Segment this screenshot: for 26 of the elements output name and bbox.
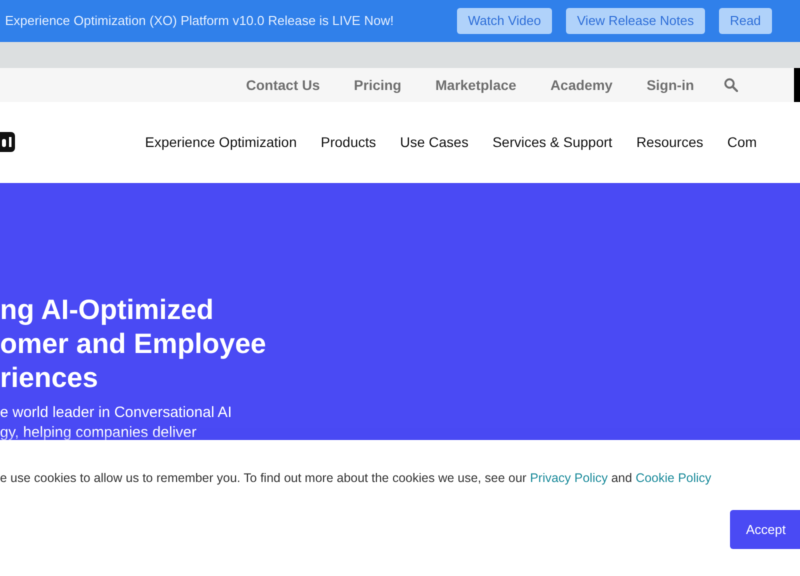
- announcement-button[interactable]: Watch Video: [457, 8, 552, 34]
- announcement-text: Experience Optimization (XO) Platform v10.0 Release is LIVE Now!: [5, 12, 395, 30]
- hero-description-line: gy, helping companies deliver: [0, 423, 198, 440]
- hero-heading-line: omer and Employee: [0, 327, 268, 361]
- search-icon[interactable]: [724, 78, 738, 92]
- hero-description-line: e world leader in Conversational AI: [0, 403, 233, 423]
- main-nav-link[interactable]: Com: [727, 132, 757, 153]
- main-nav-link[interactable]: Products: [320, 132, 376, 153]
- utility-nav-link[interactable]: Academy: [550, 74, 613, 96]
- announcement-button[interactable]: View Release Notes: [566, 8, 705, 34]
- hero-heading-line: ng AI-Optimized: [0, 293, 215, 327]
- utility-nav-link[interactable]: Pricing: [354, 74, 402, 96]
- cookie-notice-text: e use cookies to allow us to remember you. To find out more about the cookies we use, see our Privacy Policy and Cookie Policy: [0, 470, 712, 487]
- utility-nav-link[interactable]: Sign-in: [646, 74, 694, 96]
- main-nav-link[interactable]: Experience Optimization: [145, 132, 297, 153]
- hero-heading-line: riences: [0, 361, 100, 395]
- main-nav-link[interactable]: Use Cases: [400, 132, 468, 153]
- cookie-policy-link[interactable]: Cookie Policy: [636, 471, 712, 485]
- accept-button[interactable]: Accept: [730, 510, 800, 549]
- announcement-button[interactable]: Read: [718, 8, 772, 34]
- utility-nav-link[interactable]: Contact Us: [246, 74, 320, 96]
- main-nav-link[interactable]: Services & Support: [492, 132, 612, 153]
- privacy-policy-link[interactable]: Privacy Policy: [530, 471, 608, 485]
- logo-icon[interactable]: [0, 132, 15, 152]
- main-nav-link[interactable]: Resources: [636, 132, 704, 153]
- utility-nav-link[interactable]: Marketplace: [435, 74, 516, 96]
